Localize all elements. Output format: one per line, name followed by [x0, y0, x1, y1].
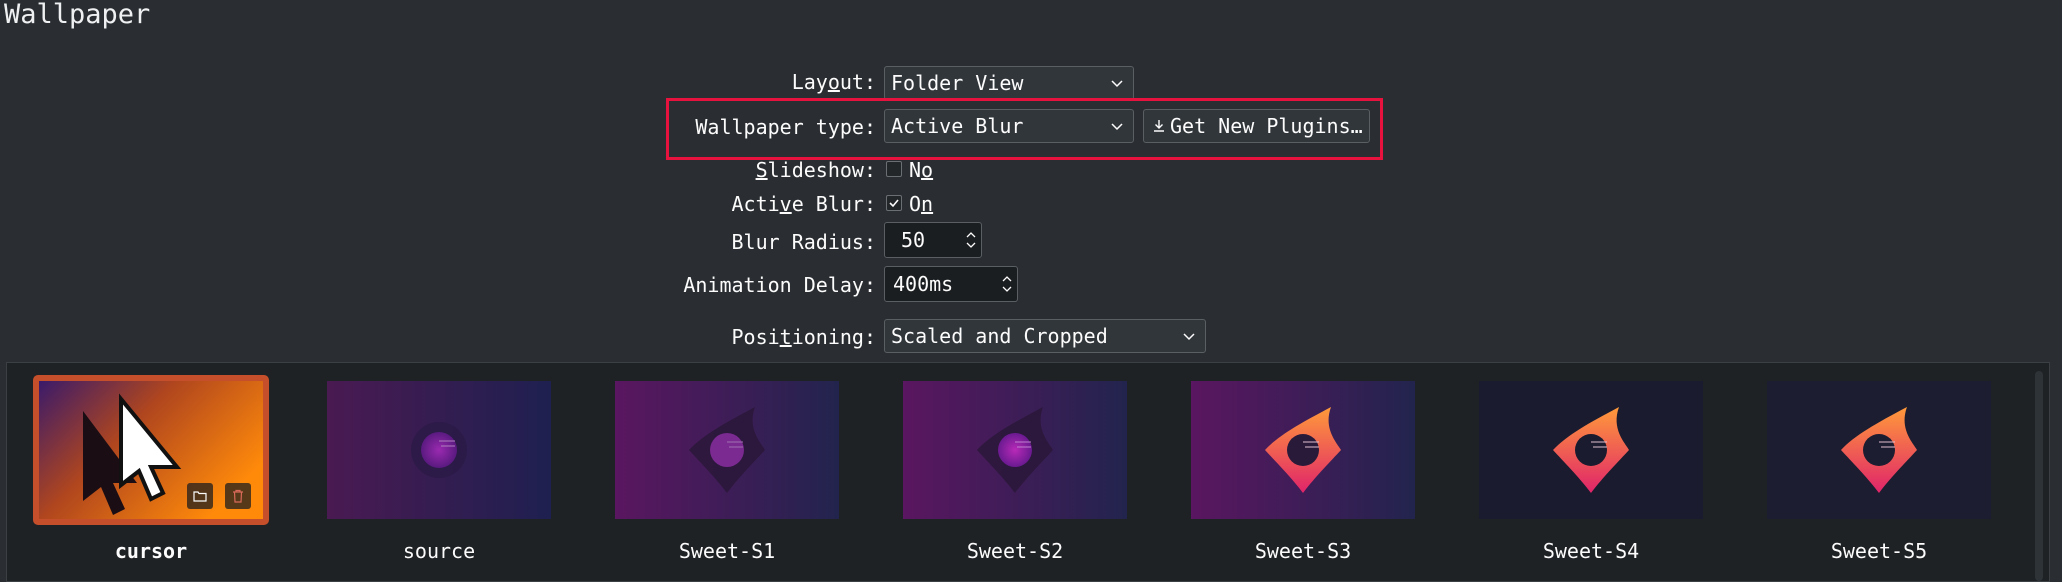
wallpaper-name: Sweet-S2	[966, 539, 1064, 563]
wallpaper-name: source	[402, 539, 476, 563]
wallpaper-thumbnail	[1479, 381, 1703, 519]
positioning-value: Scaled and Cropped	[891, 324, 1108, 348]
wallpaper-thumbnail	[1767, 381, 1991, 519]
checkmark-icon	[889, 199, 899, 208]
chevron-down-icon	[1183, 333, 1195, 341]
wallpaper-gallery[interactable]: cursor source Sweet-S1 Sweet-S2 Sweet-S3…	[6, 362, 2050, 582]
page-title: Wallpaper	[4, 0, 151, 30]
wallpaper-tile-sweet-s1[interactable]: Sweet-S1	[609, 375, 841, 575]
animation-delay-spinbox[interactable]: 400ms	[884, 266, 1018, 302]
active-blur-checkbox[interactable]	[886, 195, 902, 211]
wallpaper-name: Sweet-S5	[1830, 539, 1928, 563]
wallpaper-thumbnail	[1191, 381, 1415, 519]
layout-combobox[interactable]: Folder View	[884, 66, 1134, 100]
gallery-scrollbar[interactable]	[2035, 371, 2043, 581]
layout-value: Folder View	[891, 71, 1024, 95]
wallpaper-tile-source[interactable]: source	[321, 375, 553, 575]
wallpaper-tile-sweet-s3[interactable]: Sweet-S3	[1185, 375, 1417, 575]
animation-delay-label: Animation Delay:	[683, 273, 876, 297]
spin-arrows-icon[interactable]	[965, 229, 977, 251]
wallpaper-thumbnail	[903, 381, 1127, 519]
blur-radius-spinbox[interactable]: 50	[884, 222, 982, 258]
highlight-annotation-box	[666, 98, 1383, 160]
blur-radius-value: 50	[901, 228, 926, 252]
wallpaper-tile-cursor[interactable]: cursor	[33, 375, 269, 575]
slideshow-state-label: No	[909, 158, 934, 182]
chevron-down-icon	[1111, 80, 1123, 88]
wallpaper-thumbnail	[327, 381, 551, 519]
blur-radius-label: Blur Radius:	[731, 230, 877, 254]
wallpaper-tile-sweet-s4[interactable]: Sweet-S4	[1473, 375, 1705, 575]
positioning-row: Positioning: Scaled and Cropped	[0, 319, 2062, 359]
blur-radius-row: Blur Radius: 50	[0, 222, 2062, 262]
active-blur-state-label: On	[909, 192, 934, 216]
layout-label: Layout:	[791, 70, 876, 94]
wallpaper-name: Sweet-S3	[1254, 539, 1352, 563]
wallpaper-tile-sweet-s2[interactable]: Sweet-S2	[897, 375, 1129, 575]
spin-arrows-icon[interactable]	[1001, 273, 1013, 295]
trash-icon	[233, 489, 243, 503]
delete-wallpaper-button[interactable]	[225, 483, 251, 509]
wallpaper-name: cursor	[114, 539, 188, 563]
folder-icon	[193, 491, 207, 502]
positioning-label: Positioning:	[731, 325, 876, 349]
wallpaper-name: Sweet-S4	[1542, 539, 1640, 563]
animation-delay-row: Animation Delay: 400ms	[0, 266, 2062, 306]
wallpaper-name: Sweet-S1	[678, 539, 776, 563]
positioning-combobox[interactable]: Scaled and Cropped	[884, 319, 1206, 353]
wallpaper-tile-sweet-s5[interactable]: Sweet-S5	[1761, 375, 1993, 575]
animation-delay-value: 400ms	[893, 272, 954, 296]
slideshow-checkbox[interactable]	[886, 161, 902, 177]
active-blur-label: Active Blur:	[731, 192, 876, 216]
open-folder-button[interactable]	[187, 483, 213, 509]
slideshow-label: Slideshow:	[755, 158, 876, 182]
wallpaper-thumbnail	[615, 381, 839, 519]
